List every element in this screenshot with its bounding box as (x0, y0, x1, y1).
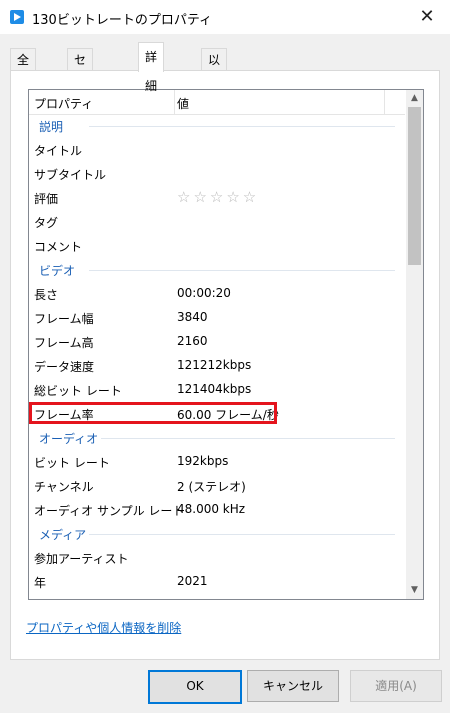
property-value: 00:00:20 (177, 286, 231, 300)
group-divider (89, 534, 395, 535)
star-rating[interactable]: ☆☆☆☆☆ (177, 188, 259, 206)
group-label: オーディオ (39, 432, 99, 446)
row-tags[interactable]: タグ (29, 210, 405, 234)
vertical-scrollbar[interactable]: ▲ ▼ (406, 90, 423, 599)
group-video: ビデオ (29, 258, 405, 282)
list-header: プロパティ 値 (29, 90, 405, 115)
property-name: 年 (34, 576, 47, 590)
frame-rate-highlight-box (29, 402, 277, 424)
row-frame-width[interactable]: フレーム幅 3840 (29, 306, 405, 330)
column-header-value[interactable]: 値 (177, 95, 189, 112)
details-panel: プロパティ 値 説明 タイトル サブタイトル 評価 ☆☆☆☆☆ タグ コメント (10, 70, 440, 660)
column-divider[interactable] (174, 90, 175, 114)
group-divider (101, 438, 395, 439)
tab-security[interactable]: セキュリティ (67, 48, 94, 177)
scrollbar-thumb[interactable] (408, 107, 421, 265)
property-name: フレーム高 (34, 336, 94, 350)
property-value: 192kbps (177, 454, 229, 468)
group-media: メディア (29, 522, 405, 546)
row-channels[interactable]: チャンネル 2 (ステレオ) (29, 474, 405, 498)
property-value: 121212kbps (177, 358, 252, 372)
remove-properties-link[interactable]: プロパティや個人情報を削除 (26, 619, 181, 636)
property-name: 評価 (34, 192, 59, 206)
group-audio: オーディオ (29, 426, 405, 450)
group-label: メディア (39, 528, 87, 542)
property-name: 総ビット レート (34, 384, 122, 398)
group-label: 説明 (39, 120, 64, 134)
row-title[interactable]: タイトル (29, 138, 405, 162)
row-sample-rate[interactable]: オーディオ サンプル レート 48.000 kHz (29, 498, 405, 522)
row-subtitle[interactable]: サブタイトル (29, 162, 405, 186)
row-rating[interactable]: 評価 ☆☆☆☆☆ (29, 186, 405, 210)
property-value: 2 (ステレオ) (177, 480, 246, 494)
tab-previous-versions[interactable]: 以前のバージョン (201, 48, 228, 221)
property-value: 3840 (177, 310, 208, 324)
property-name: タグ (34, 216, 59, 230)
cancel-button[interactable]: キャンセル (247, 670, 339, 702)
scroll-up-arrow-icon[interactable]: ▲ (406, 90, 423, 107)
property-name: チャンネル (34, 480, 94, 494)
property-value[interactable]: 2021 (177, 574, 208, 588)
group-divider (89, 270, 395, 271)
group-divider (89, 126, 395, 127)
property-list[interactable]: プロパティ 値 説明 タイトル サブタイトル 評価 ☆☆☆☆☆ タグ コメント (28, 89, 424, 600)
property-name: オーディオ サンプル レート (34, 504, 185, 518)
title-bar: 130ビットレートのプロパティ ✕ (0, 0, 450, 34)
row-contributing-artists[interactable]: 参加アーティスト (29, 546, 405, 570)
tab-details[interactable]: 詳細 (138, 42, 165, 93)
property-name: 長さ (34, 288, 59, 302)
group-description: 説明 (29, 114, 405, 138)
row-bitrate[interactable]: ビット レート 192kbps (29, 450, 405, 474)
video-file-icon (10, 10, 24, 24)
row-comment[interactable]: コメント (29, 234, 405, 258)
apply-button[interactable]: 適用(A) (350, 670, 442, 702)
property-value: 2160 (177, 334, 208, 348)
property-name: コメント (34, 240, 83, 254)
close-button[interactable]: ✕ (404, 0, 450, 34)
tab-general[interactable]: 全般 (10, 48, 37, 89)
row-year[interactable]: 年 2021 (29, 570, 405, 594)
column-header-property[interactable]: プロパティ (34, 95, 93, 112)
property-name: タイトル (34, 144, 83, 158)
row-frame-height[interactable]: フレーム高 2160 (29, 330, 405, 354)
ok-button[interactable]: OK (148, 670, 242, 704)
property-name: データ速度 (34, 360, 95, 374)
column-divider[interactable] (384, 90, 385, 114)
window-title: 130ビットレートのプロパティ (32, 13, 213, 28)
group-label: ビデオ (39, 264, 76, 278)
property-name: サブタイトル (34, 168, 107, 182)
property-name: 参加アーティスト (34, 552, 129, 566)
property-value: 48.000 kHz (177, 502, 246, 516)
property-name: フレーム幅 (34, 312, 94, 326)
row-length[interactable]: 長さ 00:00:20 (29, 282, 405, 306)
scroll-down-arrow-icon[interactable]: ▼ (406, 582, 423, 599)
row-data-rate[interactable]: データ速度 121212kbps (29, 354, 405, 378)
row-total-bitrate[interactable]: 総ビット レート 121404kbps (29, 378, 405, 402)
property-name: ビット レート (34, 456, 110, 470)
property-value: 121404kbps (177, 382, 252, 396)
